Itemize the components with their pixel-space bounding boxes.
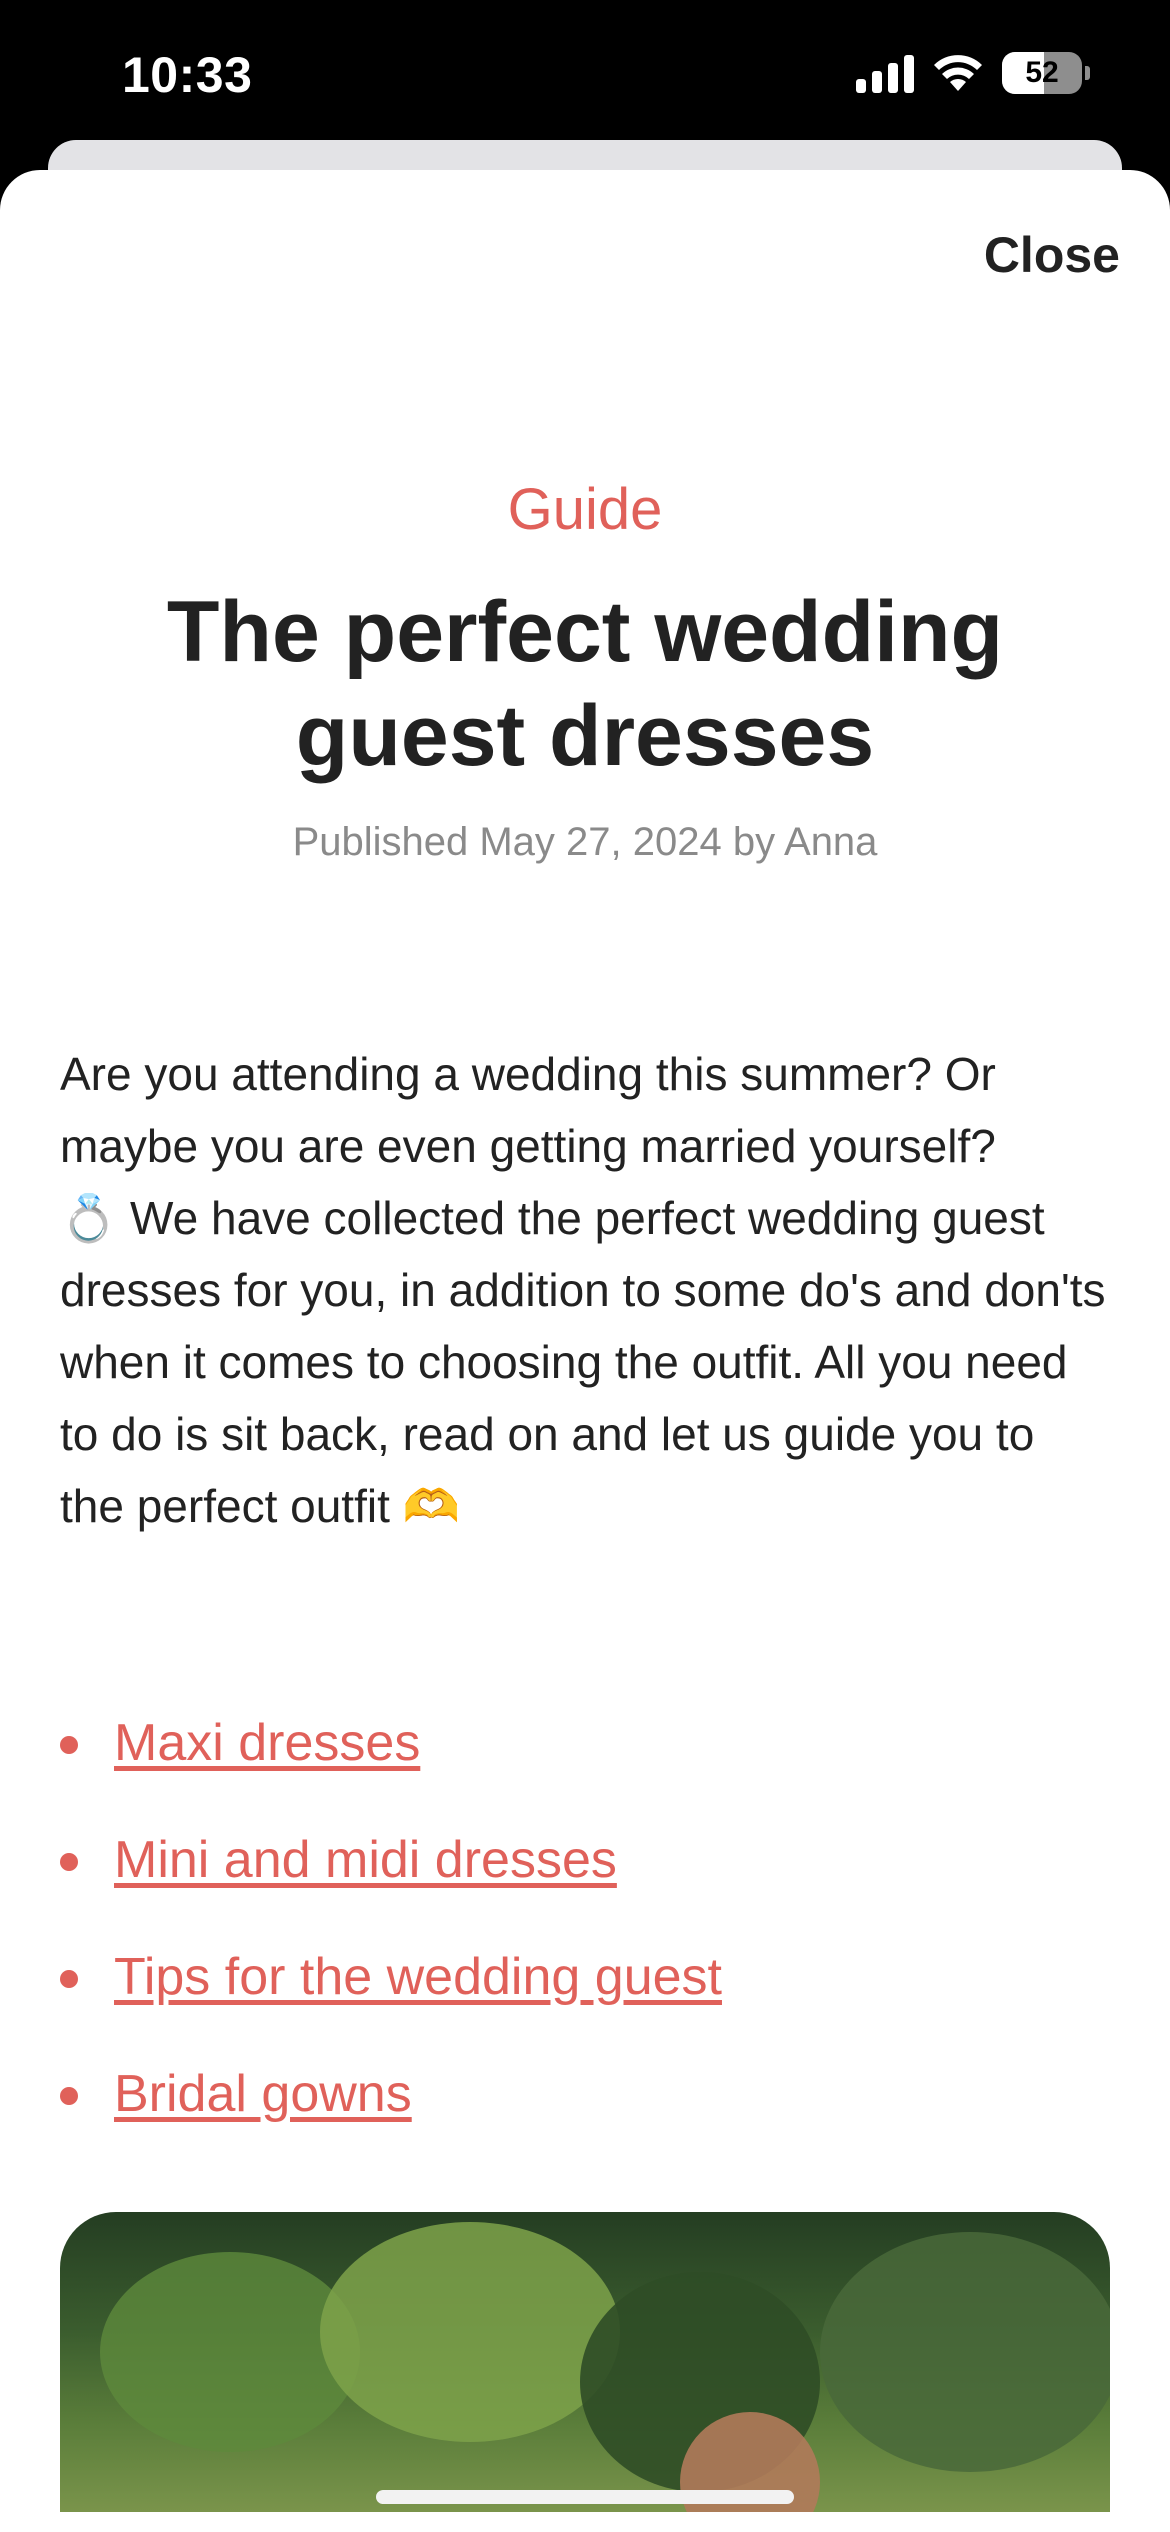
signal-icon [856, 53, 914, 93]
heart-hands-icon: 🫶 [402, 1479, 460, 1533]
foliage-shape [100, 2252, 360, 2452]
intro-text-part1: Are you attending a wedding this summer?… [60, 1048, 996, 1172]
status-time: 10:33 [122, 47, 253, 103]
article-title: The perfect wedding guest dresses [166, 584, 1004, 784]
toc-item: Bridal gowns [60, 2059, 722, 2176]
bullet-icon [60, 1853, 78, 1871]
toc-item: Mini and midi dresses [60, 1825, 722, 1942]
article-intro: Are you attending a wedding this summer?… [60, 1038, 1110, 1542]
article-category: Guide [507, 477, 663, 542]
status-icons: 52 [856, 52, 1090, 94]
intro-text-part2: We have collected the perfect wedding gu… [60, 1192, 1106, 1532]
battery-icon: 52 [1002, 52, 1082, 94]
battery-cap [1085, 66, 1090, 80]
bullet-icon [60, 1970, 78, 1988]
toc-link-mini-midi-dresses[interactable]: Mini and midi dresses [114, 1825, 617, 1895]
bullet-icon [60, 2087, 78, 2105]
foliage-shape [320, 2222, 620, 2442]
foliage-shape [820, 2232, 1110, 2472]
ring-icon: 💍 [60, 1191, 118, 1245]
battery-percentage: 52 [1025, 56, 1059, 89]
toc-item: Tips for the wedding guest [60, 1942, 722, 2059]
wifi-icon [934, 55, 982, 91]
toc-link-bridal-gowns[interactable]: Bridal gowns [114, 2059, 412, 2129]
close-button[interactable]: Close [984, 226, 1120, 284]
home-indicator[interactable] [376, 2490, 794, 2504]
bullet-icon [60, 1736, 78, 1754]
toc-item: Maxi dresses [60, 1708, 722, 1825]
article-meta: Published May 27, 2024 by Anna [292, 820, 878, 864]
toc-link-maxi-dresses[interactable]: Maxi dresses [114, 1708, 420, 1778]
article-sheet: Close Guide The perfect wedding guest dr… [0, 170, 1170, 2532]
hero-image [60, 2212, 1110, 2512]
toc-link-wedding-guest-tips[interactable]: Tips for the wedding guest [114, 1942, 722, 2012]
table-of-contents: Maxi dresses Mini and midi dresses Tips … [60, 1708, 722, 2176]
status-bar: 10:33 52 [0, 0, 1170, 140]
